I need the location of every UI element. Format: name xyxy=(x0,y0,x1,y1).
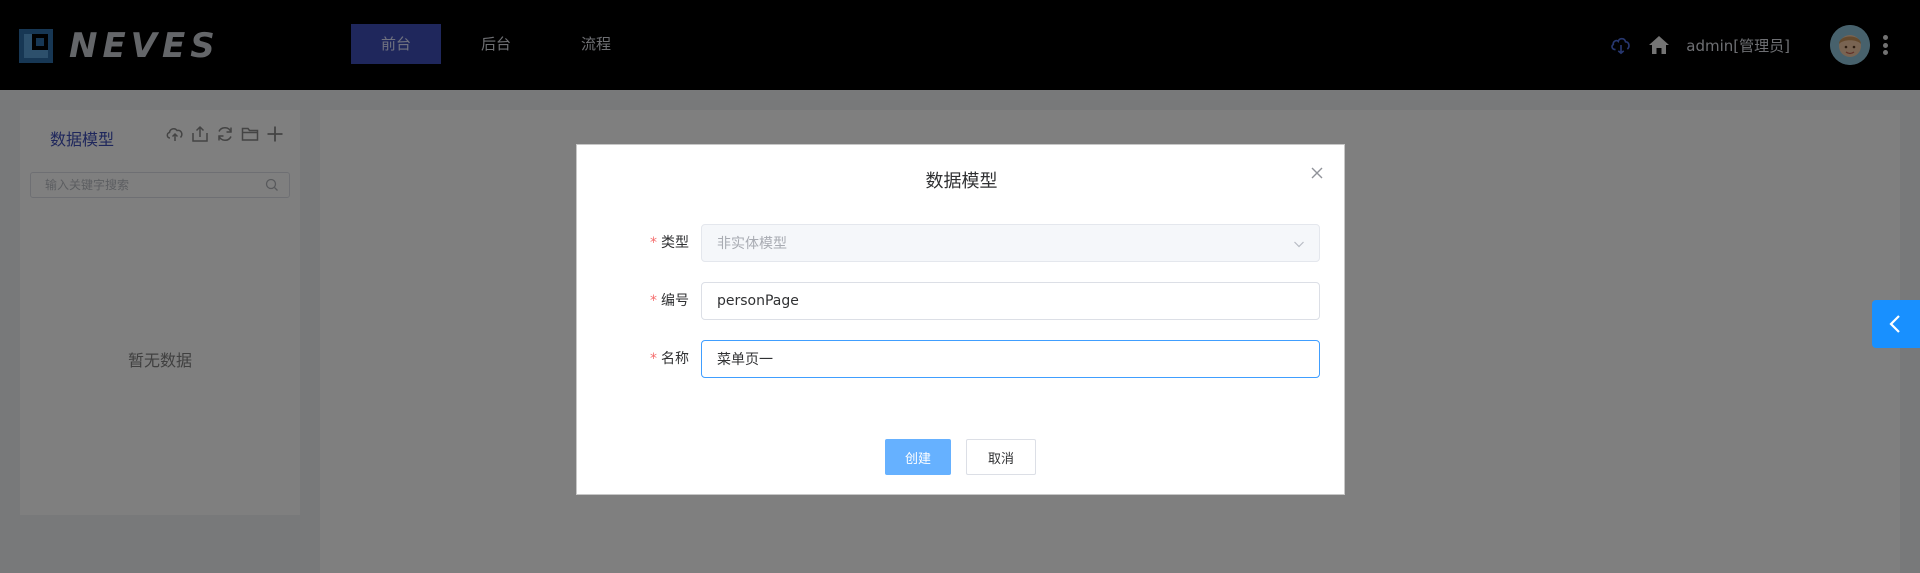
required-mark: * xyxy=(650,293,657,309)
type-select-value[interactable] xyxy=(717,225,1277,261)
form-row-name: * 名称 xyxy=(577,340,1346,378)
chevron-down-icon xyxy=(1294,241,1304,248)
code-field[interactable] xyxy=(701,282,1320,320)
close-icon[interactable] xyxy=(1310,166,1324,180)
required-mark: * xyxy=(650,235,657,251)
name-label: * 名称 xyxy=(650,351,689,367)
data-model-dialog: 数据模型 *类型 *编号 *名称 创建 取消 xyxy=(576,144,1345,495)
form-row-code: * 编号 xyxy=(577,282,1346,320)
form-row-type: * 类型 xyxy=(577,224,1346,262)
required-mark: * xyxy=(650,351,657,367)
code-input[interactable] xyxy=(717,283,1277,319)
code-label: * 编号 xyxy=(650,293,689,309)
cancel-button[interactable]: 取消 xyxy=(966,439,1036,475)
chevron-left-icon xyxy=(1889,315,1900,333)
type-label: * 类型 xyxy=(650,235,689,251)
side-panel-toggle[interactable] xyxy=(1872,300,1920,348)
name-field[interactable] xyxy=(701,340,1320,378)
name-input[interactable] xyxy=(717,341,1277,377)
create-button[interactable]: 创建 xyxy=(885,439,951,475)
dialog-title: 数据模型 xyxy=(925,171,998,192)
type-select[interactable] xyxy=(701,224,1320,262)
